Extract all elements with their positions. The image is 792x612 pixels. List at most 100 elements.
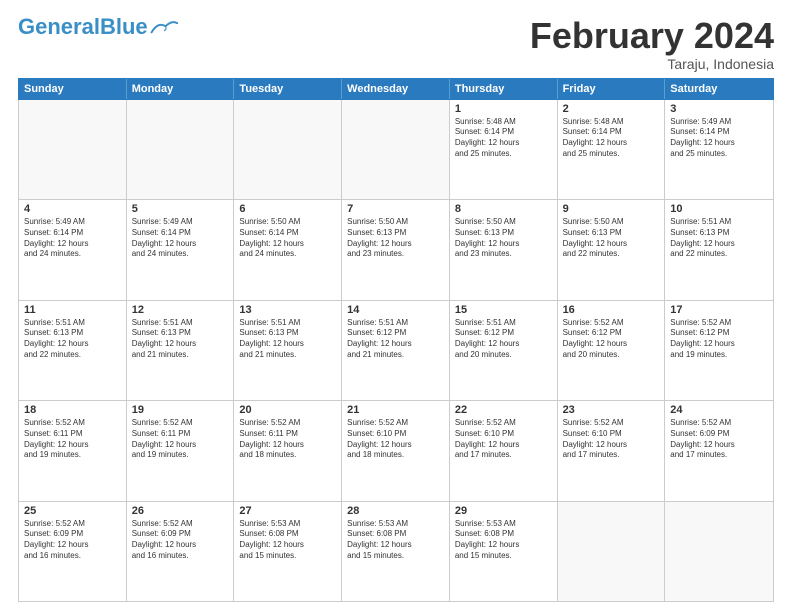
day-cell-2: 2 Sunrise: 5:48 AM Sunset: 6:14 PM Daylig…: [558, 100, 666, 199]
header-day-tuesday: Tuesday: [234, 79, 342, 99]
day-cell-1: 1 Sunrise: 5:48 AM Sunset: 6:14 PM Daylig…: [450, 100, 558, 199]
day-number: 8: [455, 203, 552, 215]
week-row-4: 25 Sunrise: 5:52 AM Sunset: 6:09 PM Dayli…: [19, 502, 773, 601]
day-cell-13: 13Sunrise: 5:51 AM Sunset: 6:13 PM Dayli…: [234, 301, 342, 400]
day-cell-16: 16Sunrise: 5:52 AM Sunset: 6:12 PM Dayli…: [558, 301, 666, 400]
day-cell-empty: [234, 100, 342, 199]
logo-bird-icon: [150, 18, 178, 36]
day-number: 26: [132, 505, 229, 517]
day-cell-28: 28Sunrise: 5:53 AM Sunset: 6:08 PM Dayli…: [342, 502, 450, 601]
day-info: Sunrise: 5:51 AM Sunset: 6:12 PM Dayligh…: [455, 318, 552, 361]
day-number: 4: [24, 203, 121, 215]
week-row-2: 11Sunrise: 5:51 AM Sunset: 6:13 PM Dayli…: [19, 301, 773, 401]
day-info: Sunrise: 5:51 AM Sunset: 6:12 PM Dayligh…: [347, 318, 444, 361]
header-day-saturday: Saturday: [665, 79, 773, 99]
week-row-3: 18 Sunrise: 5:52 AM Sunset: 6:11 PM Dayli…: [19, 401, 773, 501]
day-info: Sunrise: 5:53 AM Sunset: 6:08 PM Dayligh…: [239, 519, 336, 562]
day-cell-11: 11Sunrise: 5:51 AM Sunset: 6:13 PM Dayli…: [19, 301, 127, 400]
day-info: Sunrise: 5:49 AM Sunset: 6:14 PM Dayligh…: [132, 217, 229, 260]
day-cell-10: 10 Sunrise: 5:51 AM Sunset: 6:13 PM Dayli…: [665, 200, 773, 299]
day-info: Sunrise: 5:50 AM Sunset: 6:13 PM Dayligh…: [347, 217, 444, 260]
day-cell-12: 12 Sunrise: 5:51 AM Sunset: 6:13 PM Dayli…: [127, 301, 235, 400]
header-day-sunday: Sunday: [19, 79, 127, 99]
day-cell-14: 14 Sunrise: 5:51 AM Sunset: 6:12 PM Dayli…: [342, 301, 450, 400]
day-cell-21: 21 Sunrise: 5:52 AM Sunset: 6:10 PM Dayli…: [342, 401, 450, 500]
day-cell-17: 17 Sunrise: 5:52 AM Sunset: 6:12 PM Dayli…: [665, 301, 773, 400]
day-number: 6: [239, 203, 336, 215]
day-cell-empty: [19, 100, 127, 199]
day-number: 27: [239, 505, 336, 517]
day-number: 22: [455, 404, 552, 416]
day-number: 15: [455, 304, 552, 316]
day-cell-27: 27 Sunrise: 5:53 AM Sunset: 6:08 PM Dayli…: [234, 502, 342, 601]
header-day-wednesday: Wednesday: [342, 79, 450, 99]
day-cell-empty: [558, 502, 666, 601]
day-info: Sunrise: 5:52 AM Sunset: 6:10 PM Dayligh…: [455, 418, 552, 461]
day-info: Sunrise: 5:52 AM Sunset: 6:09 PM Dayligh…: [24, 519, 121, 562]
day-info: Sunrise: 5:51 AM Sunset: 6:13 PM Dayligh…: [239, 318, 336, 361]
day-number: 24: [670, 404, 768, 416]
header-day-monday: Monday: [127, 79, 235, 99]
day-cell-4: 4Sunrise: 5:49 AM Sunset: 6:14 PM Daylig…: [19, 200, 127, 299]
day-info: Sunrise: 5:51 AM Sunset: 6:13 PM Dayligh…: [670, 217, 768, 260]
day-cell-25: 25 Sunrise: 5:52 AM Sunset: 6:09 PM Dayli…: [19, 502, 127, 601]
day-number: 17: [670, 304, 768, 316]
day-info: Sunrise: 5:53 AM Sunset: 6:08 PM Dayligh…: [455, 519, 552, 562]
header-day-friday: Friday: [558, 79, 666, 99]
day-number: 19: [132, 404, 229, 416]
calendar: SundayMondayTuesdayWednesdayThursdayFrid…: [18, 78, 774, 602]
day-number: 3: [670, 103, 768, 115]
day-cell-6: 6Sunrise: 5:50 AM Sunset: 6:14 PM Daylig…: [234, 200, 342, 299]
day-cell-29: 29 Sunrise: 5:53 AM Sunset: 6:08 PM Dayli…: [450, 502, 558, 601]
day-cell-18: 18Sunrise: 5:52 AM Sunset: 6:11 PM Dayli…: [19, 401, 127, 500]
day-number: 18: [24, 404, 121, 416]
day-info: Sunrise: 5:50 AM Sunset: 6:13 PM Dayligh…: [455, 217, 552, 260]
day-cell-26: 26Sunrise: 5:52 AM Sunset: 6:09 PM Dayli…: [127, 502, 235, 601]
day-cell-8: 8 Sunrise: 5:50 AM Sunset: 6:13 PM Daylig…: [450, 200, 558, 299]
day-cell-23: 23 Sunrise: 5:52 AM Sunset: 6:10 PM Dayli…: [558, 401, 666, 500]
day-cell-15: 15 Sunrise: 5:51 AM Sunset: 6:12 PM Dayli…: [450, 301, 558, 400]
logo-part1: General: [18, 14, 100, 39]
day-number: 12: [132, 304, 229, 316]
logo-part2: Blue: [100, 14, 148, 39]
day-info: Sunrise: 5:48 AM Sunset: 6:14 PM Dayligh…: [455, 117, 552, 160]
day-number: 25: [24, 505, 121, 517]
day-cell-3: 3 Sunrise: 5:49 AM Sunset: 6:14 PM Daylig…: [665, 100, 773, 199]
week-row-0: 1 Sunrise: 5:48 AM Sunset: 6:14 PM Daylig…: [19, 100, 773, 200]
day-info: Sunrise: 5:51 AM Sunset: 6:13 PM Dayligh…: [132, 318, 229, 361]
day-info: Sunrise: 5:52 AM Sunset: 6:09 PM Dayligh…: [670, 418, 768, 461]
header-day-thursday: Thursday: [450, 79, 558, 99]
logo: GeneralBlue: [18, 16, 178, 38]
logo-text: GeneralBlue: [18, 16, 148, 38]
day-cell-5: 5 Sunrise: 5:49 AM Sunset: 6:14 PM Daylig…: [127, 200, 235, 299]
page: GeneralBlue February 2024 Taraju, Indone…: [0, 0, 792, 612]
day-cell-empty: [342, 100, 450, 199]
day-number: 14: [347, 304, 444, 316]
day-cell-19: 19Sunrise: 5:52 AM Sunset: 6:11 PM Dayli…: [127, 401, 235, 500]
day-number: 16: [563, 304, 660, 316]
day-number: 1: [455, 103, 552, 115]
day-cell-empty: [127, 100, 235, 199]
day-info: Sunrise: 5:49 AM Sunset: 6:14 PM Dayligh…: [670, 117, 768, 160]
day-info: Sunrise: 5:48 AM Sunset: 6:14 PM Dayligh…: [563, 117, 660, 160]
day-cell-24: 24 Sunrise: 5:52 AM Sunset: 6:09 PM Dayli…: [665, 401, 773, 500]
day-info: Sunrise: 5:52 AM Sunset: 6:10 PM Dayligh…: [347, 418, 444, 461]
day-number: 10: [670, 203, 768, 215]
day-number: 29: [455, 505, 552, 517]
day-cell-empty: [665, 502, 773, 601]
day-number: 5: [132, 203, 229, 215]
day-number: 21: [347, 404, 444, 416]
day-cell-22: 22 Sunrise: 5:52 AM Sunset: 6:10 PM Dayli…: [450, 401, 558, 500]
day-cell-20: 20 Sunrise: 5:52 AM Sunset: 6:11 PM Dayli…: [234, 401, 342, 500]
day-number: 20: [239, 404, 336, 416]
day-number: 9: [563, 203, 660, 215]
day-info: Sunrise: 5:50 AM Sunset: 6:13 PM Dayligh…: [563, 217, 660, 260]
day-cell-7: 7Sunrise: 5:50 AM Sunset: 6:13 PM Daylig…: [342, 200, 450, 299]
location: Taraju, Indonesia: [530, 56, 774, 72]
day-info: Sunrise: 5:52 AM Sunset: 6:11 PM Dayligh…: [239, 418, 336, 461]
day-info: Sunrise: 5:52 AM Sunset: 6:10 PM Dayligh…: [563, 418, 660, 461]
day-info: Sunrise: 5:51 AM Sunset: 6:13 PM Dayligh…: [24, 318, 121, 361]
day-number: 23: [563, 404, 660, 416]
day-number: 2: [563, 103, 660, 115]
day-info: Sunrise: 5:52 AM Sunset: 6:12 PM Dayligh…: [670, 318, 768, 361]
